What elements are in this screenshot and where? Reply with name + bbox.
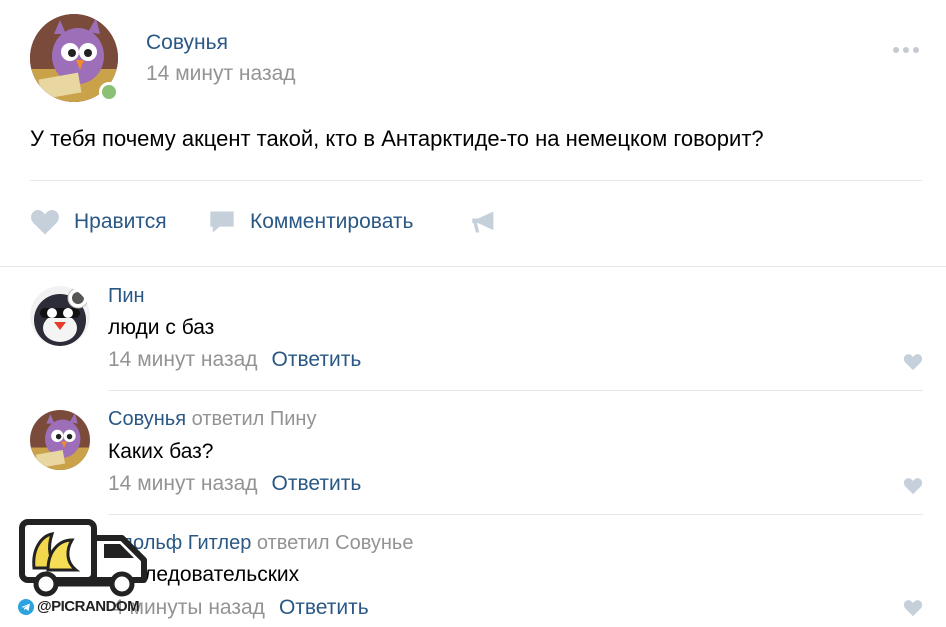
comment-meta: 14 минут назад Ответить	[108, 472, 361, 496]
share-button[interactable]	[470, 208, 498, 241]
comment-meta: 14 минут назад Ответить	[108, 348, 361, 372]
actions-separator	[0, 266, 946, 267]
comment-separator	[108, 514, 923, 515]
comment-text: люди с баз	[108, 316, 215, 339]
comment-reply-to[interactable]: ответил Пину	[192, 408, 317, 430]
comment-icon	[210, 211, 234, 233]
comment-avatar[interactable]	[30, 410, 90, 470]
watermark-handle: @PICRANDOM	[37, 598, 140, 615]
comment-button[interactable]: Комментировать	[208, 206, 413, 238]
online-indicator	[99, 82, 119, 102]
penguin-avatar-icon	[30, 286, 90, 346]
reply-button[interactable]: Ответить	[272, 348, 362, 371]
comment-text: Каких баз?	[108, 440, 214, 463]
comment-timestamp[interactable]: 14 минут назад	[108, 472, 258, 495]
comment-author[interactable]: Совунья	[108, 408, 186, 430]
comment-like-icon[interactable]	[903, 599, 923, 617]
comment-author[interactable]: Пин	[108, 285, 145, 308]
comment-avatar[interactable]	[30, 286, 90, 346]
comment-timestamp[interactable]: 14 минут назад	[108, 348, 258, 371]
post-separator	[30, 180, 922, 181]
comment-label: Комментировать	[250, 210, 414, 233]
reply-button[interactable]: Ответить	[272, 472, 362, 495]
post-timestamp[interactable]: 14 минут назад	[146, 62, 296, 86]
like-button[interactable]: Нравится	[30, 206, 167, 238]
like-label: Нравится	[74, 210, 167, 233]
post-author-name[interactable]: Совунья	[146, 31, 228, 55]
more-options-icon[interactable]	[893, 40, 923, 58]
comment-header: Совунья ответил Пину	[108, 408, 316, 431]
comment-like-icon[interactable]	[903, 353, 923, 371]
megaphone-icon	[472, 211, 494, 233]
owl-avatar-icon	[30, 410, 90, 470]
telegram-icon	[18, 598, 34, 615]
banana-truck-icon	[19, 519, 147, 597]
post-text: У тебя почему акцент такой, кто в Антарк…	[30, 126, 764, 151]
heart-icon	[31, 210, 59, 235]
reply-button[interactable]: Ответить	[279, 596, 369, 619]
comment-separator	[108, 390, 923, 391]
comment-reply-to[interactable]: ответил Совунье	[257, 532, 414, 554]
watermark-logo: @PICRANDOM	[18, 518, 154, 618]
comment-like-icon[interactable]	[903, 477, 923, 495]
